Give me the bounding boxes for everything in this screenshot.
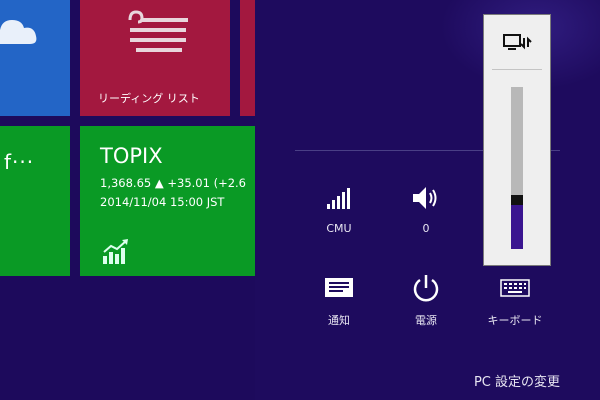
signal-bars-icon bbox=[327, 188, 350, 209]
keyboard-icon bbox=[500, 279, 530, 297]
reading-list-label: リーディング リスト bbox=[98, 92, 200, 105]
finance-tile[interactable]: f··· bbox=[0, 126, 70, 276]
volume-slider[interactable] bbox=[511, 87, 523, 249]
change-pc-settings-link[interactable]: PC 設定の変更 bbox=[474, 371, 560, 390]
volume-slider-fill bbox=[511, 205, 523, 249]
finance-tile-text: f··· bbox=[4, 150, 35, 174]
network-label: CMU bbox=[326, 222, 352, 235]
power-button[interactable]: 電源 bbox=[381, 270, 471, 328]
volume-flyout bbox=[483, 14, 551, 266]
start-screen: リーディング リスト f··· TOPIX 1,368.65 ▲ +35.01 … bbox=[0, 0, 255, 400]
topix-title: TOPIX bbox=[100, 144, 163, 168]
notification-icon bbox=[325, 278, 353, 297]
chart-icon bbox=[103, 239, 128, 264]
speaker-switch-icon[interactable] bbox=[502, 31, 532, 55]
volume-button[interactable]: 0 bbox=[381, 180, 471, 235]
power-label: 電源 bbox=[415, 314, 437, 327]
cloud-icon bbox=[0, 20, 37, 44]
volume-slider-thumb[interactable] bbox=[511, 195, 523, 205]
tile-edge bbox=[240, 0, 255, 116]
reading-list-tile[interactable]: リーディング リスト bbox=[80, 0, 230, 116]
topix-tile[interactable]: TOPIX 1,368.65 ▲ +35.01 (+2.6 2014/11/04… bbox=[80, 126, 255, 276]
keyboard-button[interactable]: キーボード bbox=[470, 270, 560, 328]
topix-datetime: 2014/11/04 15:00 JST bbox=[100, 195, 225, 209]
weather-tile[interactable] bbox=[0, 0, 70, 116]
keyboard-label: キーボード bbox=[487, 314, 543, 327]
network-button[interactable]: CMU bbox=[294, 180, 384, 235]
notifications-label: 通知 bbox=[328, 314, 350, 327]
power-icon bbox=[413, 275, 439, 302]
topix-quote: 1,368.65 ▲ +35.01 (+2.6 bbox=[100, 176, 246, 190]
notifications-button[interactable]: 通知 bbox=[294, 270, 384, 328]
flyout-divider bbox=[492, 69, 542, 70]
speaker-icon bbox=[413, 187, 437, 209]
reading-list-icon bbox=[128, 10, 188, 52]
volume-label: 0 bbox=[422, 222, 430, 235]
